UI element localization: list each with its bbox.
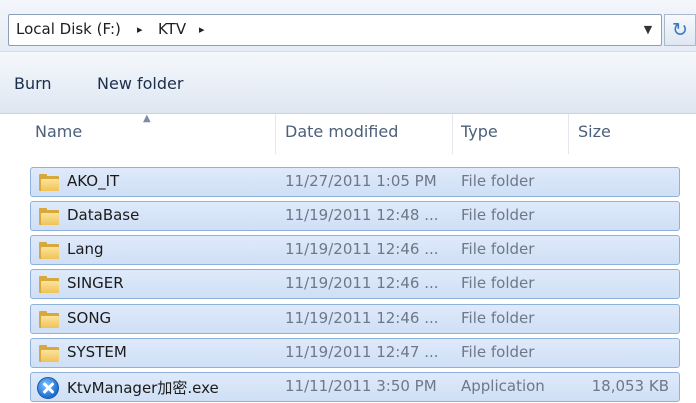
column-divider[interactable] <box>452 114 453 154</box>
folder-icon <box>39 276 59 293</box>
file-name: Lang <box>67 240 104 258</box>
sort-ascending-icon: ▲ <box>143 113 151 124</box>
file-type: File folder <box>461 206 535 224</box>
column-header-size[interactable]: Size <box>578 122 611 141</box>
file-row-ktvmanager-exe[interactable]: KtvManager加密.exe 11/11/2011 3:50 PM Appl… <box>30 372 680 402</box>
file-row-ako-it[interactable]: AKO_IT 11/27/2011 1:05 PM File folder <box>30 167 680 197</box>
breadcrumb-local-disk[interactable]: Local Disk (F:) <box>16 20 121 38</box>
folder-icon <box>39 242 59 259</box>
folder-icon <box>39 311 59 328</box>
column-divider[interactable] <box>568 114 569 154</box>
file-date-modified: 11/27/2011 1:05 PM <box>285 172 437 190</box>
file-row-singer[interactable]: SINGER 11/19/2011 12:46 ... File folder <box>30 269 680 299</box>
file-type: File folder <box>461 274 535 292</box>
file-date-modified: 11/19/2011 12:47 ... <box>285 343 439 361</box>
file-type: Application <box>461 377 545 395</box>
file-row-song[interactable]: SONG 11/19/2011 12:46 ... File folder <box>30 304 680 334</box>
refresh-icon[interactable]: ↻ <box>664 14 696 46</box>
file-name: DataBase <box>67 206 140 224</box>
column-header-row: ▲ Name Date modified Type Size <box>0 113 696 154</box>
new-folder-button[interactable]: New folder <box>97 74 183 93</box>
file-type: File folder <box>461 309 535 327</box>
file-name: SINGER <box>67 274 124 292</box>
file-name: SYSTEM <box>67 343 127 361</box>
file-date-modified: 11/19/2011 12:46 ... <box>285 309 439 327</box>
chevron-down-icon[interactable]: ▼ <box>634 14 662 46</box>
folder-icon <box>39 174 59 191</box>
file-name: AKO_IT <box>67 172 120 190</box>
column-header-name[interactable]: Name <box>35 122 82 141</box>
file-type: File folder <box>461 172 535 190</box>
file-row-lang[interactable]: Lang 11/19/2011 12:46 ... File folder <box>30 235 680 265</box>
file-date-modified: 11/19/2011 12:46 ... <box>285 240 439 258</box>
column-divider[interactable] <box>275 114 276 154</box>
file-list: AKO_IT 11/27/2011 1:05 PM File folder Da… <box>0 164 696 403</box>
file-row-database[interactable]: DataBase 11/19/2011 12:48 ... File folde… <box>30 201 680 231</box>
breadcrumb-ktv[interactable]: KTV <box>158 20 186 38</box>
file-row-system[interactable]: SYSTEM 11/19/2011 12:47 ... File folder <box>30 338 680 368</box>
file-date-modified: 11/11/2011 3:50 PM <box>285 377 437 395</box>
file-name: SONG <box>67 309 112 327</box>
file-date-modified: 11/19/2011 12:48 ... <box>285 206 439 224</box>
address-bar: Local Disk (F:) ▸ KTV ▸ ▼ ↻ <box>0 0 696 52</box>
app-icon <box>37 377 59 399</box>
folder-icon <box>39 208 59 225</box>
breadcrumb-separator[interactable]: ▸ <box>199 23 205 36</box>
command-toolbar: Burn New folder <box>0 52 696 114</box>
burn-button[interactable]: Burn <box>14 74 52 93</box>
file-type: File folder <box>461 240 535 258</box>
address-field[interactable]: Local Disk (F:) ▸ KTV ▸ <box>8 14 662 46</box>
column-header-type[interactable]: Type <box>461 122 498 141</box>
breadcrumb-separator[interactable]: ▸ <box>137 23 143 36</box>
column-header-date-modified[interactable]: Date modified <box>285 122 398 141</box>
file-size: 18,053 KB <box>591 377 669 395</box>
file-type: File folder <box>461 343 535 361</box>
file-date-modified: 11/19/2011 12:46 ... <box>285 274 439 292</box>
file-name: KtvManager加密.exe <box>67 379 219 397</box>
folder-icon <box>39 345 59 362</box>
